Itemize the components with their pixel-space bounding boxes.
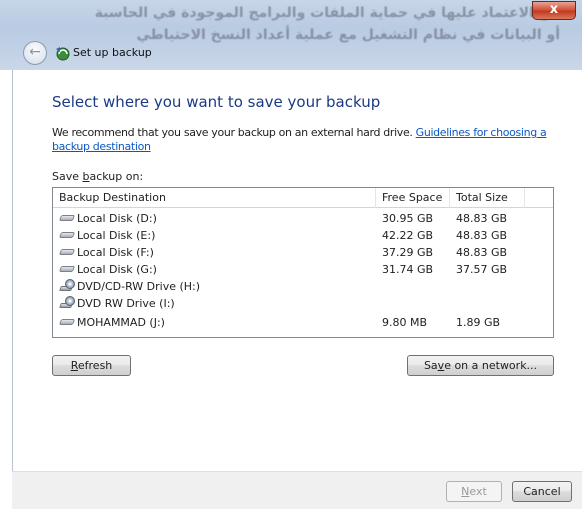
- row-total-size: 48.83 GB: [456, 212, 508, 225]
- row-destination: Local Disk (D:): [58, 211, 374, 227]
- row-destination: DVD RW Drive (I:): [59, 296, 374, 312]
- row-free-space: 37.29 GB: [382, 246, 434, 259]
- recommendation-label: We recommend that you save your backup o…: [52, 126, 416, 139]
- back-arrow-icon: ←: [29, 44, 41, 60]
- list-row-h[interactable]: DVD/CD-RW Drive (H:): [53, 279, 553, 295]
- next-button[interactable]: Next: [446, 481, 502, 502]
- row-total-size: 37.57 GB: [456, 263, 508, 276]
- list-row-e[interactable]: Local Disk (E:) 42.22 GB 48.83 GB: [53, 228, 553, 244]
- list-row-d[interactable]: Local Disk (D:) 30.95 GB 48.83 GB: [53, 211, 553, 227]
- background-text-line-2: أو البيانات في نظام التشغيل مع عملية أعد…: [136, 27, 560, 43]
- row-destination-name: Local Disk (F:): [77, 246, 154, 259]
- row-destination-name: Local Disk (D:): [77, 212, 157, 225]
- refresh-accelerator: R: [70, 359, 78, 372]
- usb-drive-icon: [58, 317, 76, 327]
- save-on-network-button[interactable]: Save on a network...: [407, 355, 554, 376]
- row-free-space: [382, 296, 450, 312]
- row-destination: DVD/CD-RW Drive (H:): [59, 279, 374, 295]
- close-button[interactable]: x: [532, 1, 576, 20]
- list-row-j[interactable]: MOHAMMAD (J:) 9.80 MB 1.89 GB: [53, 315, 553, 331]
- row-free-space: 9.80 MB: [382, 316, 428, 329]
- network-label-suffix: e on a network...: [444, 359, 538, 372]
- next-label: ext: [469, 485, 487, 498]
- row-total-size: 1.89 GB: [456, 316, 501, 329]
- row-free-space: 31.74 GB: [382, 263, 434, 276]
- hard-drive-icon: [58, 264, 76, 274]
- row-destination-name: Local Disk (E:): [77, 229, 156, 242]
- hard-drive-icon: [58, 230, 76, 240]
- page-heading: Select where you want to save your backu…: [52, 93, 381, 111]
- row-destination: Local Disk (E:): [58, 228, 374, 244]
- network-label-prefix: Sa: [423, 359, 438, 372]
- dvd-drive-icon: [59, 296, 75, 308]
- back-button[interactable]: ←: [23, 41, 47, 65]
- refresh-label: efresh: [77, 359, 113, 372]
- refresh-button[interactable]: Refresh: [52, 355, 131, 376]
- row-destination: Local Disk (F:): [58, 245, 374, 261]
- column-header-total-size[interactable]: Total Size: [450, 188, 525, 208]
- row-destination-name: Local Disk (G:): [77, 263, 157, 276]
- column-header-free-space[interactable]: Free Space: [376, 188, 450, 208]
- row-total-size: [456, 296, 526, 312]
- hard-drive-icon: [58, 213, 76, 223]
- cancel-button[interactable]: Cancel: [512, 481, 572, 502]
- column-header-destination[interactable]: Backup Destination: [53, 188, 376, 208]
- wizard-title: Set up backup: [73, 46, 152, 59]
- hard-drive-icon: [58, 247, 76, 257]
- backup-destination-list[interactable]: Backup Destination Free Space Total Size…: [52, 187, 554, 338]
- recommendation-text: We recommend that you save your backup o…: [52, 126, 572, 154]
- row-destination-name: DVD RW Drive (I:): [77, 297, 175, 310]
- row-total-size: [456, 279, 526, 295]
- title-bar: من الاعتماد عليها في حماية الملفات والبر…: [0, 0, 582, 70]
- row-free-space: 42.22 GB: [382, 229, 434, 242]
- list-header: Backup Destination Free Space Total Size: [53, 188, 553, 208]
- row-destination-name: MOHAMMAD (J:): [77, 316, 165, 329]
- background-text-line-1: من الاعتماد عليها في حماية الملفات والبر…: [94, 5, 560, 21]
- row-total-size: 48.83 GB: [456, 229, 508, 242]
- list-row-g[interactable]: Local Disk (G:) 31.74 GB 37.57 GB: [53, 262, 553, 278]
- backup-wizard-icon: [56, 47, 70, 61]
- row-destination: Local Disk (G:): [58, 262, 374, 278]
- list-row-i[interactable]: DVD RW Drive (I:): [53, 296, 553, 312]
- column-header-filler: [525, 188, 553, 208]
- save-on-prefix: Save: [52, 170, 83, 183]
- row-free-space: 30.95 GB: [382, 212, 434, 225]
- row-destination: MOHAMMAD (J:): [58, 315, 374, 331]
- row-destination-name: DVD/CD-RW Drive (H:): [77, 280, 201, 293]
- save-on-suffix: ackup on:: [89, 170, 144, 183]
- row-free-space: [382, 279, 450, 295]
- save-backup-on-label: Save backup on:: [52, 170, 143, 183]
- row-total-size: 48.83 GB: [456, 246, 508, 259]
- list-row-f[interactable]: Local Disk (F:) 37.29 GB 48.83 GB: [53, 245, 553, 261]
- dvd-drive-icon: [59, 279, 75, 291]
